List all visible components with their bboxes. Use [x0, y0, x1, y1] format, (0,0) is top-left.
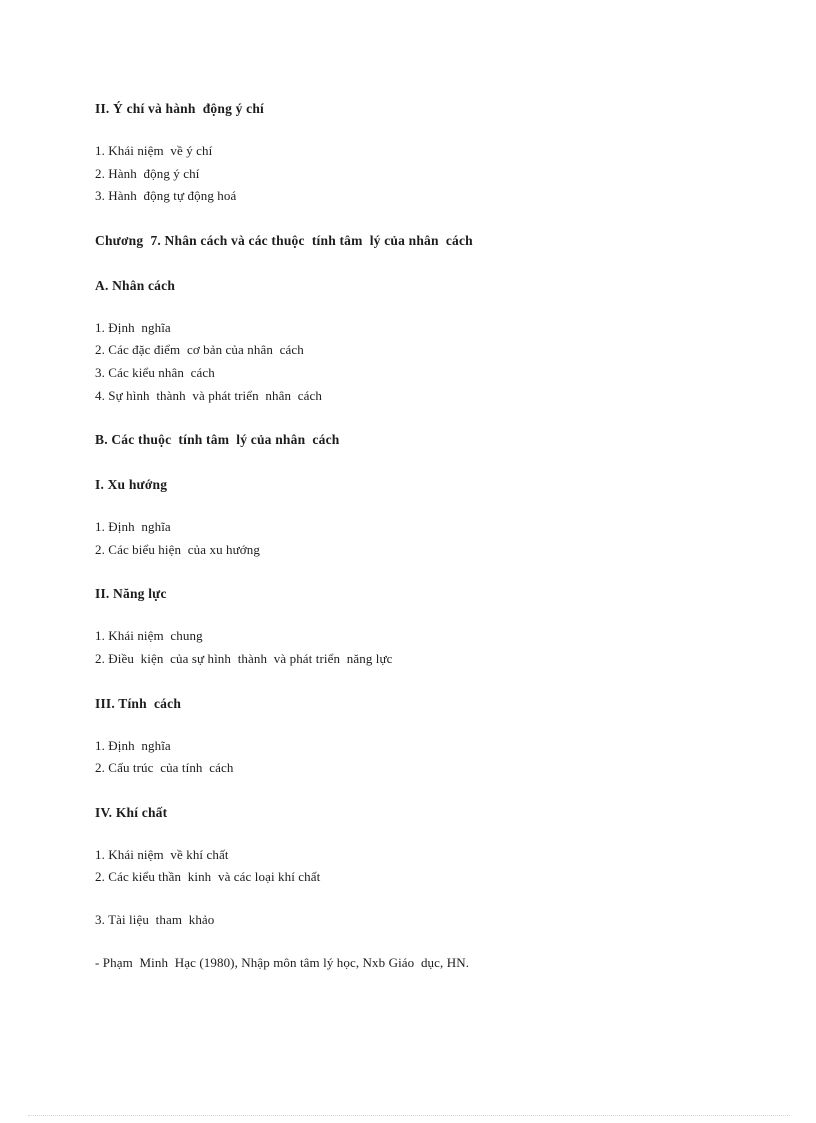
- section-heading-b: B. Các thuộc tính tâm lý của nhân cách: [95, 432, 340, 448]
- chapter-heading-7: Chương 7. Nhân cách và các thuộc tính tâ…: [95, 232, 473, 248]
- document-page: II. Ý chí và hành động ý chí 1. Khái niệ…: [0, 0, 816, 1123]
- subsection-iv-list: 1. Khái niệm về khí chất 2. Các kiểu thầ…: [95, 844, 735, 889]
- section-heading-ii: II. Ý chí và hành động ý chí: [95, 101, 264, 116]
- section-heading-a: A. Nhân cách: [95, 277, 176, 293]
- list-item: 2. Điều kiện của sự hình thành và phát t…: [95, 650, 393, 666]
- part-a-list: 1. Định nghĩa 2. Các đặc điểm cơ bản của…: [95, 317, 735, 407]
- list-item: 2. Hành động ý chí: [95, 165, 200, 181]
- subsection-i-list: 1. Định nghĩa 2. Các biểu hiện của xu hư…: [95, 516, 735, 561]
- subsection-ii-list: 1. Khái niệm chung 2. Điều kiện của sự h…: [95, 625, 735, 670]
- subsection-heading-i: I. Xu hướng: [95, 477, 168, 493]
- list-item: 1. Định nghĩa: [95, 319, 171, 335]
- chapter-7: Chương 7. Nhân cách và các thuộc tính tâ…: [95, 232, 735, 250]
- section-ii-list: 1. Khái niệm về ý chí 2. Hành động ý chí…: [95, 140, 735, 208]
- subsection-heading-ii: II. Năng lực: [95, 586, 167, 602]
- part-b-cac-thuoc-tinh: B. Các thuộc tính tâm lý của nhân cách: [95, 431, 735, 449]
- list-item: 3. Hành động tự động hoá: [95, 188, 237, 204]
- page-bottom-rule: [28, 1115, 790, 1116]
- list-item: 3. Các kiểu nhân cách: [95, 364, 215, 380]
- list-item: 1. Khái niệm về ý chí: [95, 143, 213, 158]
- document-body: II. Ý chí và hành động ý chí 1. Khái niệ…: [95, 100, 735, 974]
- list-item: 2. Các đặc điểm cơ bản của nhân cách: [95, 342, 304, 358]
- list-item: 1. Định nghĩa: [95, 519, 171, 535]
- list-item: 1. Khái niệm chung: [95, 628, 203, 644]
- subsection-i-xu-huong: I. Xu hướng 1. Định nghĩa 2. Các biểu hi…: [95, 476, 735, 561]
- subsection-ii-nang-luc: II. Năng lực 1. Khái niệm chung 2. Điều …: [95, 585, 735, 670]
- list-item: 2. Các biểu hiện của xu hướng: [95, 541, 260, 557]
- list-item: 4. Sự hình thành và phát triển nhân cách: [95, 387, 322, 403]
- references-section: 3. Tài liệu tham khảo - Phạm Minh Hạc (1…: [95, 909, 735, 974]
- subsection-heading-iii: III. Tính cách: [95, 695, 182, 711]
- section-ii-y-chi: II. Ý chí và hành động ý chí 1. Khái niệ…: [95, 100, 735, 208]
- list-item: 1. Khái niệm về khí chất: [95, 846, 229, 862]
- list-item: 2. Cấu trúc của tính cách: [95, 760, 234, 776]
- list-item: 1. Định nghĩa: [95, 737, 171, 753]
- reference-entry: - Phạm Minh Hạc (1980), Nhập môn tâm lý …: [95, 954, 470, 970]
- part-a-nhan-cach: A. Nhân cách 1. Định nghĩa 2. Các đặc đi…: [95, 277, 735, 407]
- list-item: 2. Các kiểu thần kinh và các loại khí ch…: [95, 869, 321, 885]
- subsection-iii-tinh-cach: III. Tính cách 1. Định nghĩa 2. Cấu trúc…: [95, 695, 735, 780]
- references-heading: 3. Tài liệu tham khảo: [95, 911, 215, 927]
- subsection-heading-iv: IV. Khí chất: [95, 804, 168, 820]
- subsection-iii-list: 1. Định nghĩa 2. Cấu trúc của tính cách: [95, 735, 735, 780]
- subsection-iv-khi-chat: IV. Khí chất 1. Khái niệm về khí chất 2.…: [95, 804, 735, 889]
